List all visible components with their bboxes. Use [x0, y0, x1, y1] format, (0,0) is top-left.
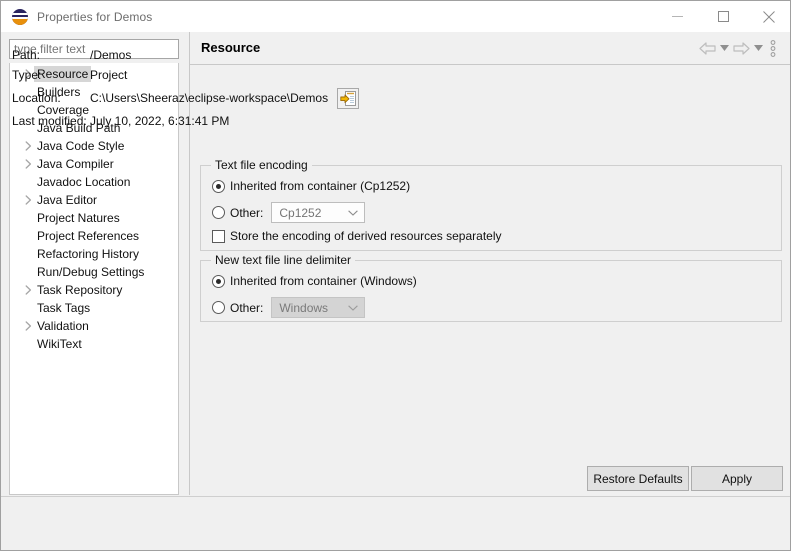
properties-dialog: Properties for Demos ResourceBuildersCov… [0, 0, 791, 551]
tree-item-label: Javadoc Location [37, 175, 131, 189]
tree-item-label: Task Tags [37, 301, 91, 315]
tree-item-project-references[interactable]: Project References [10, 227, 178, 245]
property-row-location: Location: C:\Users\Sheeraz\eclipse-works… [12, 85, 572, 111]
store-derived-checkbox-row[interactable]: Store the encoding of derived resources … [212, 229, 502, 243]
chevron-right-icon[interactable] [22, 281, 34, 299]
text-file-encoding-group: Text file encoding Inherited from contai… [200, 158, 782, 251]
delimiter-other-label: Other: [230, 300, 264, 315]
open-location-icon[interactable] [337, 87, 360, 109]
tree-item-validation[interactable]: Validation [10, 317, 178, 335]
delimiter-inherited-radio-row[interactable]: Inherited from container (Windows) [212, 274, 417, 288]
chevron-right-icon[interactable] [22, 191, 34, 209]
encoding-other-combo-value: Cp1252 [279, 205, 322, 220]
encoding-inherited-label: Inherited from container (Cp1252) [230, 179, 411, 193]
chevron-down-icon [342, 209, 364, 216]
tree-item-label: Java Compiler [37, 157, 114, 171]
restore-defaults-button[interactable]: Restore Defaults [587, 466, 689, 491]
store-derived-checkbox[interactable] [212, 229, 225, 243]
tree-item-java-compiler[interactable]: Java Compiler [10, 155, 178, 173]
tree-item-label: WikiText [37, 337, 82, 351]
chevron-right-icon[interactable] [22, 155, 34, 173]
tree-item-task-repository[interactable]: Task Repository [10, 281, 178, 299]
dialog-footer: ? Apply and Close Cancel [1, 497, 790, 550]
line-delimiter-group: New text file line delimiter Inherited f… [200, 253, 782, 322]
text-file-encoding-title: Text file encoding [211, 158, 312, 172]
close-icon[interactable] [746, 1, 790, 32]
resource-properties: Path: /Demos Type: Project Location: C:\… [12, 45, 572, 131]
delimiter-other-combo-value: Windows [279, 300, 329, 315]
delimiter-other-combo[interactable]: Windows [271, 297, 366, 318]
chevron-down-icon [342, 304, 364, 311]
delimiter-inherited-label: Inherited from container (Windows) [230, 274, 417, 288]
tree-item-label: Task Repository [37, 283, 123, 297]
tree-item-java-editor[interactable]: Java Editor [10, 191, 178, 209]
store-derived-label: Store the encoding of derived resources … [230, 229, 502, 243]
location-value: C:\Users\Sheeraz\eclipse-workspace\Demos [90, 91, 329, 105]
tree-item-label: Project References [37, 229, 140, 243]
encoding-other-label: Other: [230, 205, 264, 220]
tree-item-label: Project Natures [37, 211, 120, 225]
kebab-menu-icon[interactable] [765, 36, 781, 60]
delimiter-other-radio[interactable] [212, 301, 225, 314]
encoding-other-radio[interactable] [212, 206, 225, 219]
tree-item-run-debug-settings[interactable]: Run/Debug Settings [10, 263, 178, 281]
back-chevron-down-icon[interactable] [717, 36, 731, 60]
tree-item-label: Run/Debug Settings [37, 265, 145, 279]
title-bar: Properties for Demos [1, 1, 790, 32]
tree-item-project-natures[interactable]: Project Natures [10, 209, 178, 227]
minimize-icon[interactable] [654, 1, 700, 32]
encoding-other-combo[interactable]: Cp1252 [271, 202, 366, 223]
window-controls [654, 1, 790, 32]
property-row-last-modified: Last modified: July 10, 2022, 6:31:41 PM [12, 111, 572, 131]
tree-item-task-tags[interactable]: Task Tags [10, 299, 178, 317]
maximize-icon[interactable] [700, 1, 746, 32]
path-label: Path: [12, 48, 41, 62]
encoding-inherited-radio[interactable] [212, 179, 225, 193]
window-title: Properties for Demos [37, 9, 153, 24]
tree-item-java-code-style[interactable]: Java Code Style [10, 137, 178, 155]
back-arrow-icon[interactable] [697, 36, 717, 60]
property-row-path: Path: /Demos [12, 45, 572, 65]
path-value: /Demos [90, 48, 132, 62]
apply-button[interactable]: Apply [691, 466, 783, 491]
last-modified-label: Last modified: [12, 114, 87, 128]
delimiter-other-radio-row[interactable]: Other: Windows [212, 297, 366, 318]
eclipse-icon [12, 8, 28, 25]
tree-item-label: Java Code Style [37, 139, 125, 153]
tree-item-wikitext[interactable]: WikiText [10, 335, 178, 353]
tree-item-label: Validation [37, 319, 89, 333]
tree-item-label: Refactoring History [37, 247, 140, 261]
forward-arrow-icon[interactable] [731, 36, 751, 60]
tree-item-refactoring-history[interactable]: Refactoring History [10, 245, 178, 263]
page-toolbar [697, 32, 781, 64]
type-label: Type: [12, 68, 42, 82]
chevron-right-icon[interactable] [22, 317, 34, 335]
tree-item-label: Java Editor [37, 193, 98, 207]
property-row-type: Type: Project [12, 65, 572, 85]
line-delimiter-title: New text file line delimiter [211, 253, 356, 267]
location-label: Location: [12, 91, 61, 105]
tree-item-javadoc-location[interactable]: Javadoc Location [10, 173, 178, 191]
type-value: Project [90, 68, 128, 82]
delimiter-inherited-radio[interactable] [212, 274, 225, 288]
chevron-right-icon[interactable] [22, 137, 34, 155]
encoding-other-radio-row[interactable]: Other: Cp1252 [212, 202, 366, 223]
encoding-inherited-radio-row[interactable]: Inherited from container (Cp1252) [212, 179, 410, 193]
last-modified-value: July 10, 2022, 6:31:41 PM [90, 114, 230, 128]
forward-chevron-down-icon[interactable] [751, 36, 765, 60]
